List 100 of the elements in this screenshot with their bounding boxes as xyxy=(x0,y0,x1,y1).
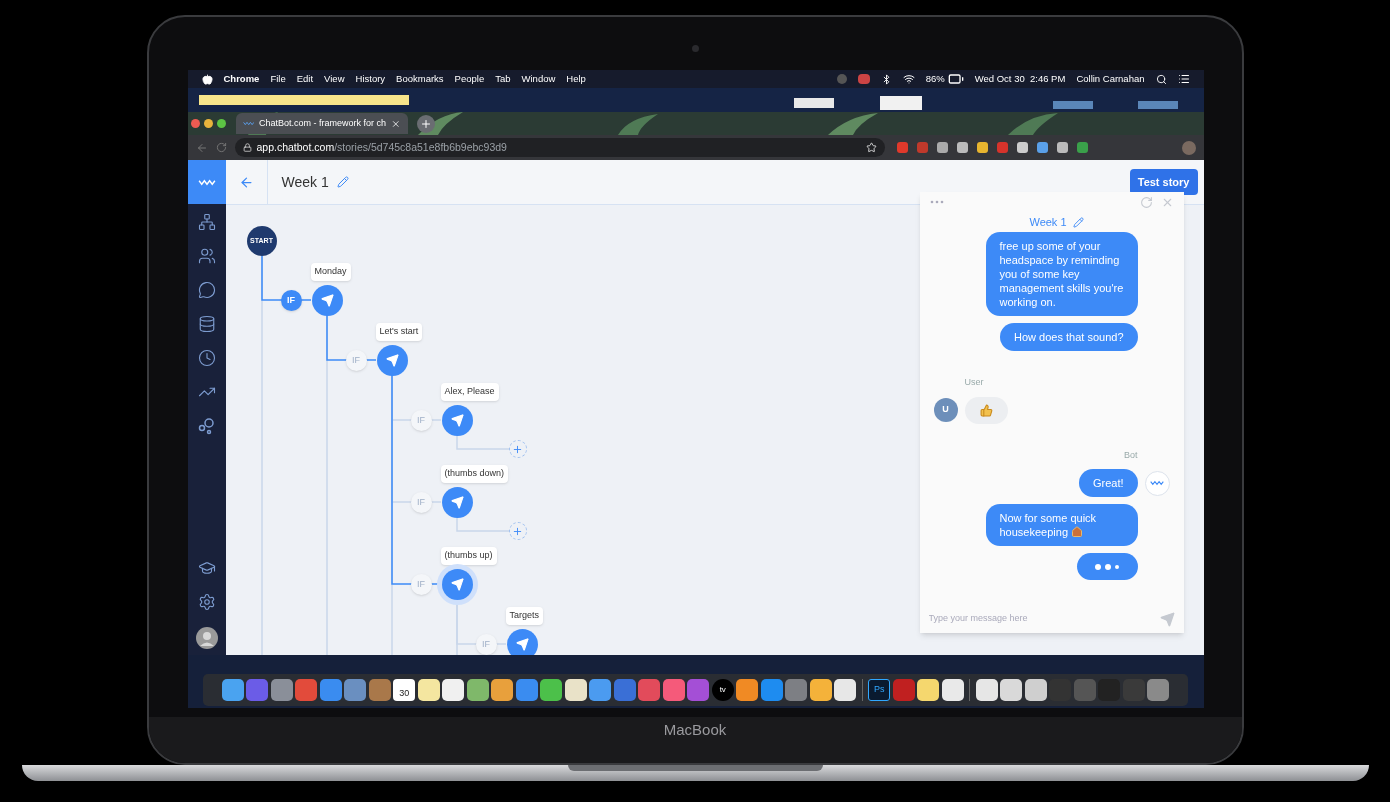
app-icon[interactable] xyxy=(834,679,857,701)
thumbs-up-icon xyxy=(979,403,993,417)
speech-bubble-icon[interactable] xyxy=(197,281,216,299)
tv-app-icon[interactable]: tv xyxy=(711,679,734,701)
menu-item[interactable]: View xyxy=(324,71,345,87)
status-icon[interactable] xyxy=(836,74,847,84)
extension-icon[interactable] xyxy=(1036,142,1048,153)
extension-icon[interactable] xyxy=(956,142,968,153)
send-icon xyxy=(450,496,464,509)
send-icon xyxy=(450,414,464,427)
menu-item[interactable]: Tab xyxy=(495,71,511,87)
laptop-brand: MacBook xyxy=(663,720,727,740)
connector-line xyxy=(455,516,510,532)
list-icon[interactable] xyxy=(1177,73,1190,85)
app-icon[interactable] xyxy=(564,679,587,701)
profile-avatar[interactable] xyxy=(1181,140,1196,155)
battery-icon[interactable] xyxy=(947,71,964,87)
menu-item[interactable]: Edit xyxy=(296,71,314,87)
clock-icon[interactable] xyxy=(197,349,216,367)
send-icon xyxy=(515,638,529,651)
add-button[interactable] xyxy=(508,440,527,458)
menu-item[interactable]: Window xyxy=(521,71,556,87)
menu-item[interactable]: Bookmarks xyxy=(396,71,444,87)
node-label: Targets xyxy=(505,607,543,625)
lock-icon xyxy=(242,143,252,152)
sender-name: Bot xyxy=(1123,448,1139,462)
app-icon[interactable] xyxy=(540,679,563,701)
send-icon xyxy=(450,578,464,591)
send-node[interactable] xyxy=(376,345,408,376)
send-icon xyxy=(320,294,334,307)
app-icon[interactable] xyxy=(941,679,964,701)
graduation-cap-icon[interactable] xyxy=(197,559,216,577)
app-icon[interactable] xyxy=(442,679,465,701)
plus-icon xyxy=(512,525,523,537)
wifi-icon[interactable] xyxy=(902,73,915,85)
node-label: Alex, Please xyxy=(440,383,499,401)
story-title: Week 1 xyxy=(281,172,329,192)
photo-editor-app-icon[interactable]: Ps xyxy=(868,679,891,701)
bookmark-star-icon[interactable] xyxy=(865,142,877,153)
node-label: Monday xyxy=(310,263,351,281)
wave-logo xyxy=(242,121,254,126)
browser-tab[interactable]: ChatBot.com - framework for ch xyxy=(235,113,408,134)
node-label: (thumbs down) xyxy=(440,465,509,483)
edit-icon[interactable] xyxy=(336,176,349,188)
bubbles-icon[interactable] xyxy=(197,417,216,435)
send-node[interactable] xyxy=(441,405,473,436)
extension-icon[interactable] xyxy=(1016,142,1028,153)
apple-icon[interactable] xyxy=(201,73,213,85)
app-icon[interactable] xyxy=(417,679,440,701)
app-icon[interactable] xyxy=(809,679,832,701)
extension-icon[interactable] xyxy=(1056,142,1068,153)
calendar-app-icon[interactable]: 30 xyxy=(393,679,416,701)
wave-logo xyxy=(1150,480,1164,486)
extension-icon[interactable] xyxy=(976,142,988,153)
logo-tile[interactable] xyxy=(187,160,226,204)
bot-message: free up some of your headspace by reminding you of some key management skills you're working on. xyxy=(985,232,1138,316)
message-field[interactable]: Type your message here xyxy=(928,612,1152,626)
app-icon[interactable] xyxy=(736,679,759,701)
app-icon[interactable] xyxy=(917,679,940,701)
app-icon[interactable] xyxy=(491,679,514,701)
menu-item[interactable]: History xyxy=(355,71,386,87)
send-node[interactable] xyxy=(441,487,473,518)
address-field[interactable]: app.chatbot.com/stories/5d745c8a51e8fb6b9ebc93d9 xyxy=(234,138,885,157)
connector-line xyxy=(455,434,510,450)
menu-item[interactable]: People xyxy=(454,71,485,87)
app-icon[interactable] xyxy=(975,679,998,701)
database-icon[interactable] xyxy=(197,315,216,333)
menu-item[interactable]: Help xyxy=(566,71,586,87)
url-text: app.chatbot.com/stories/5d745c8a51e8fb6b9ebc93d9 xyxy=(256,139,507,155)
menu-item[interactable]: File xyxy=(270,71,286,87)
drag-handle-icon[interactable] xyxy=(929,200,944,204)
menu-app-name[interactable]: Chrome xyxy=(223,71,260,87)
menu-user[interactable]: Collin Carnahan xyxy=(1076,71,1145,87)
extension-icon[interactable] xyxy=(1076,142,1088,153)
test-story-button[interactable]: Test story xyxy=(1129,169,1198,195)
hierarchy-icon[interactable] xyxy=(197,213,216,231)
chat-title: Week 1 xyxy=(1029,214,1067,230)
app-icon[interactable] xyxy=(466,679,489,701)
send-icon xyxy=(385,354,399,367)
wave-logo xyxy=(197,178,216,186)
app-icon[interactable] xyxy=(221,679,244,701)
menu-clock[interactable]: Wed Oct 30 2:46 PM xyxy=(974,71,1066,87)
user-avatar[interactable] xyxy=(195,627,218,649)
search-icon[interactable] xyxy=(1155,73,1167,85)
reload-icon[interactable] xyxy=(215,142,227,153)
users-icon[interactable] xyxy=(197,247,216,265)
extension-icon[interactable] xyxy=(936,142,948,153)
send-node[interactable] xyxy=(506,629,538,655)
edit-icon[interactable] xyxy=(1072,216,1084,228)
settings-icon[interactable] xyxy=(197,593,216,611)
node-label: (thumbs up) xyxy=(440,547,497,565)
app-icon[interactable] xyxy=(1000,679,1023,701)
add-button[interactable] xyxy=(508,522,527,540)
status-icon[interactable] xyxy=(857,74,870,84)
send-node[interactable] xyxy=(311,285,343,316)
camera-icon xyxy=(691,45,699,52)
app-icon[interactable] xyxy=(1024,679,1047,701)
bot-message: Great! xyxy=(1078,469,1138,497)
battery-percent: 86% xyxy=(925,71,945,86)
close-icon[interactable] xyxy=(390,118,401,129)
